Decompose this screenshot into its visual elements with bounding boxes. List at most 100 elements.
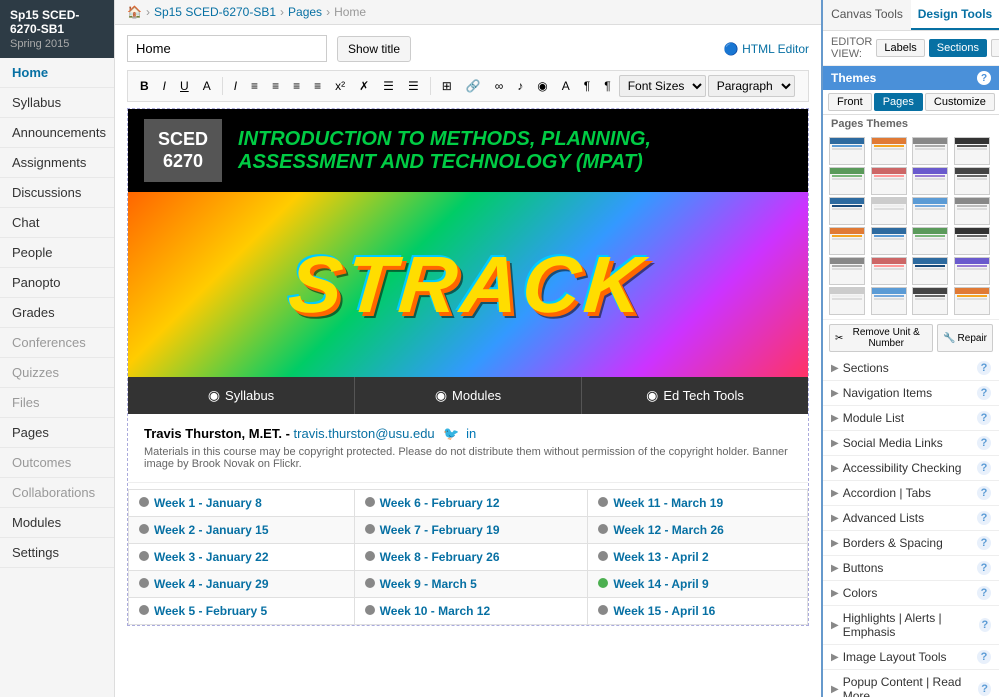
sidebar-item-home[interactable]: Home xyxy=(0,58,114,88)
theme-thumbnail-17[interactable] xyxy=(871,257,907,285)
help-icon[interactable]: ? xyxy=(977,586,991,600)
sidebar-item-discussions[interactable]: Discussions xyxy=(0,178,114,208)
help-icon[interactable]: ? xyxy=(977,361,991,375)
nav-syllabus[interactable]: ◉ Syllabus xyxy=(128,377,355,414)
panel-item-image-layout-tools[interactable]: ▶Image Layout Tools? xyxy=(823,645,999,670)
symbol-button[interactable]: ∞ xyxy=(489,76,510,96)
ev-preview-btn[interactable]: Preview xyxy=(991,39,999,57)
rtl-button[interactable]: ¶ xyxy=(598,76,616,96)
sidebar-item-pages[interactable]: Pages xyxy=(0,418,114,448)
twitter-icon[interactable]: 🐦 xyxy=(443,426,459,441)
align-left-button[interactable]: ≡ xyxy=(245,76,264,96)
theme-thumbnail-16[interactable] xyxy=(829,257,865,285)
help-icon[interactable]: ? xyxy=(977,511,991,525)
theme-thumbnail-6[interactable] xyxy=(912,167,948,195)
theme-thumbnail-0[interactable] xyxy=(829,137,865,165)
sidebar-item-people[interactable]: People xyxy=(0,238,114,268)
breadcrumb-home-icon[interactable]: 🏠 xyxy=(127,5,142,19)
panel-item-popup-content--read-more[interactable]: ▶Popup Content | Read More? xyxy=(823,670,999,697)
theme-thumbnail-14[interactable] xyxy=(912,227,948,255)
music-button[interactable]: ♪ xyxy=(511,76,529,96)
ev-sections-btn[interactable]: Sections xyxy=(929,39,987,57)
color-button[interactable]: A xyxy=(197,76,217,96)
breadcrumb-course[interactable]: Sp15 SCED-6270-SB1 xyxy=(154,5,276,19)
week-link[interactable]: Week 13 - April 2 xyxy=(613,550,708,564)
sidebar-item-quizzes[interactable]: Quizzes xyxy=(0,358,114,388)
sidebar-item-panopto[interactable]: Panopto xyxy=(0,268,114,298)
ev-labels-btn[interactable]: Labels xyxy=(876,39,924,57)
week-link[interactable]: Week 5 - February 5 xyxy=(154,604,267,618)
sidebar-item-files[interactable]: Files xyxy=(0,388,114,418)
theme-thumbnail-4[interactable] xyxy=(829,167,865,195)
highlight-button[interactable]: A xyxy=(556,76,576,96)
panel-item-social-media-links[interactable]: ▶Social Media Links? xyxy=(823,431,999,456)
week-link[interactable]: Week 11 - March 19 xyxy=(613,496,723,510)
sidebar-item-modules[interactable]: Modules xyxy=(0,508,114,538)
theme-thumbnail-13[interactable] xyxy=(871,227,907,255)
linkedin-icon[interactable]: in xyxy=(466,426,476,441)
help-icon[interactable]: ? xyxy=(977,561,991,575)
theme-tab-pages[interactable]: Pages xyxy=(874,93,923,111)
unordered-list-button[interactable]: ☰ xyxy=(377,76,400,96)
help-icon[interactable]: ? xyxy=(977,461,991,475)
theme-thumbnail-3[interactable] xyxy=(954,137,990,165)
sidebar-item-settings[interactable]: Settings xyxy=(0,538,114,568)
week-link[interactable]: Week 2 - January 15 xyxy=(154,523,269,537)
theme-thumbnail-22[interactable] xyxy=(912,287,948,315)
superscript-button[interactable]: x² xyxy=(329,76,351,96)
week-link[interactable]: Week 10 - March 12 xyxy=(380,604,491,618)
help-icon[interactable]: ? xyxy=(977,650,991,664)
theme-thumbnail-19[interactable] xyxy=(954,257,990,285)
theme-thumbnail-2[interactable] xyxy=(912,137,948,165)
panel-item-advanced-lists[interactable]: ▶Advanced Lists? xyxy=(823,506,999,531)
table-button[interactable]: ⊞ xyxy=(436,76,458,96)
panel-item-accessibility-checking[interactable]: ▶Accessibility Checking? xyxy=(823,456,999,481)
align-right-button[interactable]: ≡ xyxy=(287,76,306,96)
remove-unit-btn[interactable]: ✂ Remove Unit & Number xyxy=(829,324,933,352)
font-size-select[interactable]: Font Sizes xyxy=(619,75,706,97)
html-editor-link[interactable]: 🔵 HTML Editor xyxy=(724,42,809,56)
theme-thumbnail-7[interactable] xyxy=(954,167,990,195)
nav-ed-tech[interactable]: ◉ Ed Tech Tools xyxy=(582,377,808,414)
week-link[interactable]: Week 4 - January 29 xyxy=(154,577,269,591)
tab-canvas-tools[interactable]: Canvas Tools xyxy=(823,0,911,30)
instructor-email[interactable]: travis.thurston@usu.edu xyxy=(294,426,435,441)
show-title-button[interactable]: Show title xyxy=(337,36,411,62)
panel-item-highlights--alerts--emphasis[interactable]: ▶Highlights | Alerts | Emphasis? xyxy=(823,606,999,645)
theme-tab-customize[interactable]: Customize xyxy=(925,93,995,111)
theme-thumbnail-12[interactable] xyxy=(829,227,865,255)
sidebar-item-collaborations[interactable]: Collaborations xyxy=(0,478,114,508)
week-link[interactable]: Week 3 - January 22 xyxy=(154,550,269,564)
link-button[interactable]: 🔗 xyxy=(460,76,487,96)
page-title-input[interactable] xyxy=(127,35,327,62)
help-icon[interactable]: ? xyxy=(977,486,991,500)
theme-tab-front[interactable]: Front xyxy=(828,93,872,111)
theme-thumbnail-10[interactable] xyxy=(912,197,948,225)
tab-design-tools[interactable]: Design Tools xyxy=(911,0,999,30)
ordered-list-button[interactable]: ☰ xyxy=(402,76,425,96)
breadcrumb-pages[interactable]: Pages xyxy=(288,5,322,19)
theme-thumbnail-23[interactable] xyxy=(954,287,990,315)
repair-btn[interactable]: 🔧 Repair xyxy=(937,324,993,352)
sidebar-item-chat[interactable]: Chat xyxy=(0,208,114,238)
paragraph-select[interactable]: Paragraph xyxy=(708,75,795,97)
week-link[interactable]: Week 14 - April 9 xyxy=(613,577,708,591)
panel-item-colors[interactable]: ▶Colors? xyxy=(823,581,999,606)
theme-thumbnail-5[interactable] xyxy=(871,167,907,195)
themes-help-icon[interactable]: ? xyxy=(977,71,991,85)
theme-thumbnail-11[interactable] xyxy=(954,197,990,225)
help-icon[interactable]: ? xyxy=(978,682,991,696)
week-link[interactable]: Week 15 - April 16 xyxy=(613,604,715,618)
theme-thumbnail-15[interactable] xyxy=(954,227,990,255)
week-link[interactable]: Week 7 - February 19 xyxy=(380,523,500,537)
theme-thumbnail-18[interactable] xyxy=(912,257,948,285)
help-icon[interactable]: ? xyxy=(977,436,991,450)
week-link[interactable]: Week 12 - March 26 xyxy=(613,523,724,537)
week-link[interactable]: Week 9 - March 5 xyxy=(380,577,477,591)
panel-item-borders-&-spacing[interactable]: ▶Borders & Spacing? xyxy=(823,531,999,556)
panel-item-buttons[interactable]: ▶Buttons? xyxy=(823,556,999,581)
align-center-button[interactable]: ≡ xyxy=(266,76,285,96)
italic-button[interactable]: I xyxy=(157,76,172,96)
sidebar-item-announcements[interactable]: Announcements xyxy=(0,118,114,148)
week-link[interactable]: Week 6 - February 12 xyxy=(380,496,500,510)
